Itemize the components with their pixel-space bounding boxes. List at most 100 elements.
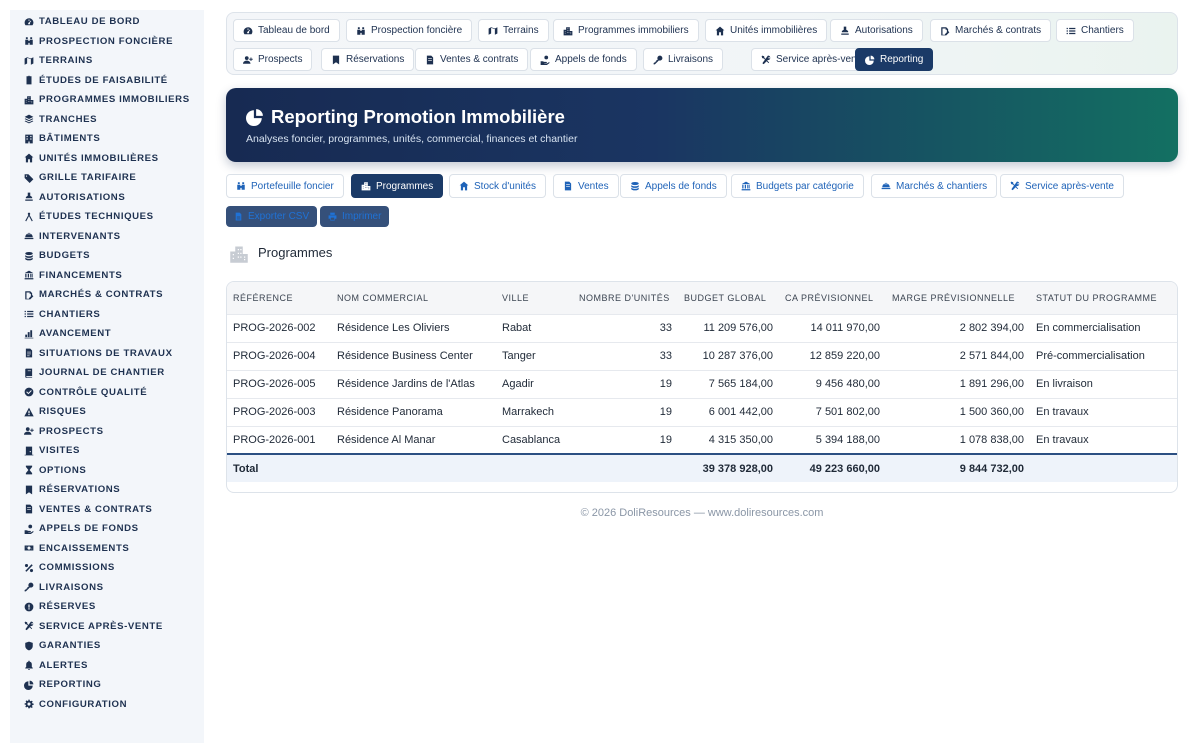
table-cell: En travaux — [1036, 433, 1089, 446]
sidebar-item[interactable]: Risques — [10, 402, 204, 422]
report-tab[interactable]: Stock d'unités — [449, 174, 546, 198]
sidebar-item[interactable]: Réserves — [10, 597, 204, 617]
table-row[interactable]: PROG-2026-001 Résidence Al Manar Casablanc… — [227, 426, 1177, 454]
sidebar-item[interactable]: Budgets — [10, 246, 204, 266]
sidebar-item[interactable]: Tranches — [10, 110, 204, 130]
table-cell: 10 287 376,00 — [702, 350, 773, 362]
money-icon — [24, 543, 34, 553]
sidebar-item[interactable]: Unités immobilières — [10, 149, 204, 169]
table-cell: 12 859 220,00 — [809, 350, 880, 362]
tags-icon — [24, 173, 34, 183]
table-cell: PROG-2026-003 — [233, 406, 316, 418]
report-tab[interactable]: Service après-vente — [1000, 174, 1124, 198]
table-cell: Tanger — [502, 350, 536, 362]
table-row[interactable]: PROG-2026-004 Résidence Business Center Ta… — [227, 342, 1177, 370]
report-tab-label: Appels de fonds — [645, 180, 717, 192]
sidebar-item[interactable]: Bâtiments — [10, 129, 204, 149]
table-cell: 2 802 394,00 — [959, 322, 1024, 334]
sidebar-item[interactable]: Tableau de bord — [10, 12, 204, 32]
sidebar-item[interactable]: Contrôle qualité — [10, 383, 204, 403]
sidebar-item[interactable]: Garanties — [10, 636, 204, 656]
top-nav-item[interactable]: Ventes & contrats — [415, 48, 529, 71]
column-header[interactable]: CA prévisionnel — [779, 282, 886, 314]
sidebar-item[interactable]: Prospection foncière — [10, 32, 204, 52]
report-tab[interactable]: Programmes — [351, 174, 444, 198]
sidebar-item-label: Situations de travaux — [39, 347, 173, 359]
top-nav-item[interactable]: Appels de fonds — [530, 48, 637, 71]
sidebar-item[interactable]: Encaissements — [10, 539, 204, 559]
top-nav-item-label: Reporting — [880, 54, 924, 65]
report-tab[interactable]: Appels de fonds — [620, 174, 727, 198]
top-nav-item[interactable]: Tableau de bord — [233, 19, 340, 42]
sidebar-item[interactable]: Options — [10, 461, 204, 481]
top-nav-item[interactable]: Autorisations — [830, 19, 923, 42]
sidebar-item-icon — [23, 35, 35, 47]
sidebar-item[interactable]: Autorisations — [10, 188, 204, 208]
sidebar-item[interactable]: Reporting — [10, 675, 204, 695]
sidebar-item[interactable]: Chantiers — [10, 305, 204, 325]
sidebar-item[interactable]: Programmes immobiliers — [10, 90, 204, 110]
sidebar-item[interactable]: Grille tarifaire — [10, 168, 204, 188]
column-header[interactable]: Nombre d'unités — [573, 282, 678, 314]
sidebar-item-icon — [23, 289, 35, 301]
sidebar-item[interactable]: Ventes & contrats — [10, 500, 204, 520]
sidebar-item-label: Alertes — [39, 659, 88, 671]
print-button[interactable]: Imprimer — [320, 206, 390, 227]
dashboard-icon — [243, 26, 253, 36]
top-nav-item[interactable]: Reporting — [855, 48, 934, 71]
sidebar-item-icon — [23, 94, 35, 106]
sidebar-item[interactable]: Livraisons — [10, 578, 204, 598]
sidebar-item[interactable]: Avancement — [10, 324, 204, 344]
top-nav-item[interactable]: Unités immobilières — [705, 19, 828, 42]
sidebar-item[interactable]: Intervenants — [10, 227, 204, 247]
table-cell: 4 315 350,00 — [708, 433, 773, 446]
sidebar-item-label: Options — [39, 464, 87, 476]
sidebar-item[interactable]: Alertes — [10, 656, 204, 676]
sidebar-item[interactable]: Visites — [10, 441, 204, 461]
sidebar-item-icon — [23, 250, 35, 262]
sidebar-item[interactable]: Journal de chantier — [10, 363, 204, 383]
sidebar-item[interactable]: Terrains — [10, 51, 204, 71]
sidebar-item[interactable]: Service après-vente — [10, 617, 204, 637]
coins-icon — [630, 181, 640, 191]
binoculars-icon — [356, 26, 366, 36]
top-nav-item[interactable]: Terrains — [478, 19, 549, 42]
column-header[interactable]: Nom commercial — [331, 282, 496, 314]
top-nav-item[interactable]: Réservations — [321, 48, 415, 71]
sidebar-item[interactable]: Situations de travaux — [10, 344, 204, 364]
top-nav-item-label: Réservations — [346, 54, 405, 65]
report-tab[interactable]: Marchés & chantiers — [871, 174, 998, 198]
column-header[interactable]: Ville — [496, 282, 573, 314]
sidebar-item[interactable]: Prospects — [10, 422, 204, 442]
top-nav-item[interactable]: Chantiers — [1056, 19, 1134, 42]
table-row[interactable]: PROG-2026-003 Résidence Panorama Marrakech… — [227, 398, 1177, 426]
top-nav-item[interactable]: Prospects — [233, 48, 313, 71]
sidebar: Tableau de bord Prospection foncière Terra… — [10, 10, 204, 743]
column-header[interactable]: Budget global — [678, 282, 779, 314]
top-nav-item[interactable]: Livraisons — [643, 48, 724, 71]
table-row[interactable]: PROG-2026-005 Résidence Jardins de l'Atla… — [227, 370, 1177, 398]
table-row[interactable]: PROG-2026-002 Résidence Les Oliviers Rabat… — [227, 314, 1177, 342]
sidebar-item[interactable]: Réservations — [10, 480, 204, 500]
column-header[interactable]: Marge prévisionnelle — [886, 282, 1030, 314]
export-csv-button[interactable]: Exporter CSV — [226, 206, 318, 227]
sidebar-item[interactable]: Configuration — [10, 695, 204, 715]
report-tab-label: Budgets par catégorie — [756, 180, 854, 192]
sidebar-item[interactable]: Appels de fonds — [10, 519, 204, 539]
top-nav-item[interactable]: Prospection foncière — [346, 19, 473, 42]
sidebar-item-label: Réserves — [39, 601, 96, 613]
column-header[interactable]: Statut du programme — [1030, 282, 1177, 314]
column-header[interactable]: Référence — [227, 282, 331, 314]
sidebar-item[interactable]: Financements — [10, 266, 204, 286]
top-nav-item[interactable]: Marchés & contrats — [930, 19, 1052, 42]
report-tab[interactable]: Portefeuille foncier — [226, 174, 344, 198]
sidebar-item[interactable]: Commissions — [10, 558, 204, 578]
report-tab[interactable]: Ventes — [553, 174, 619, 198]
sidebar-item[interactable]: Marchés & contrats — [10, 285, 204, 305]
table-cell: 1 891 296,00 — [959, 378, 1024, 390]
top-nav-item[interactable]: Programmes immobiliers — [553, 19, 699, 42]
report-tab[interactable]: Budgets par catégorie — [731, 174, 864, 198]
top-nav-item-label: Appels de fonds — [555, 54, 627, 65]
sidebar-item[interactable]: Études techniques — [10, 207, 204, 227]
sidebar-item[interactable]: Études de faisabilité — [10, 71, 204, 91]
